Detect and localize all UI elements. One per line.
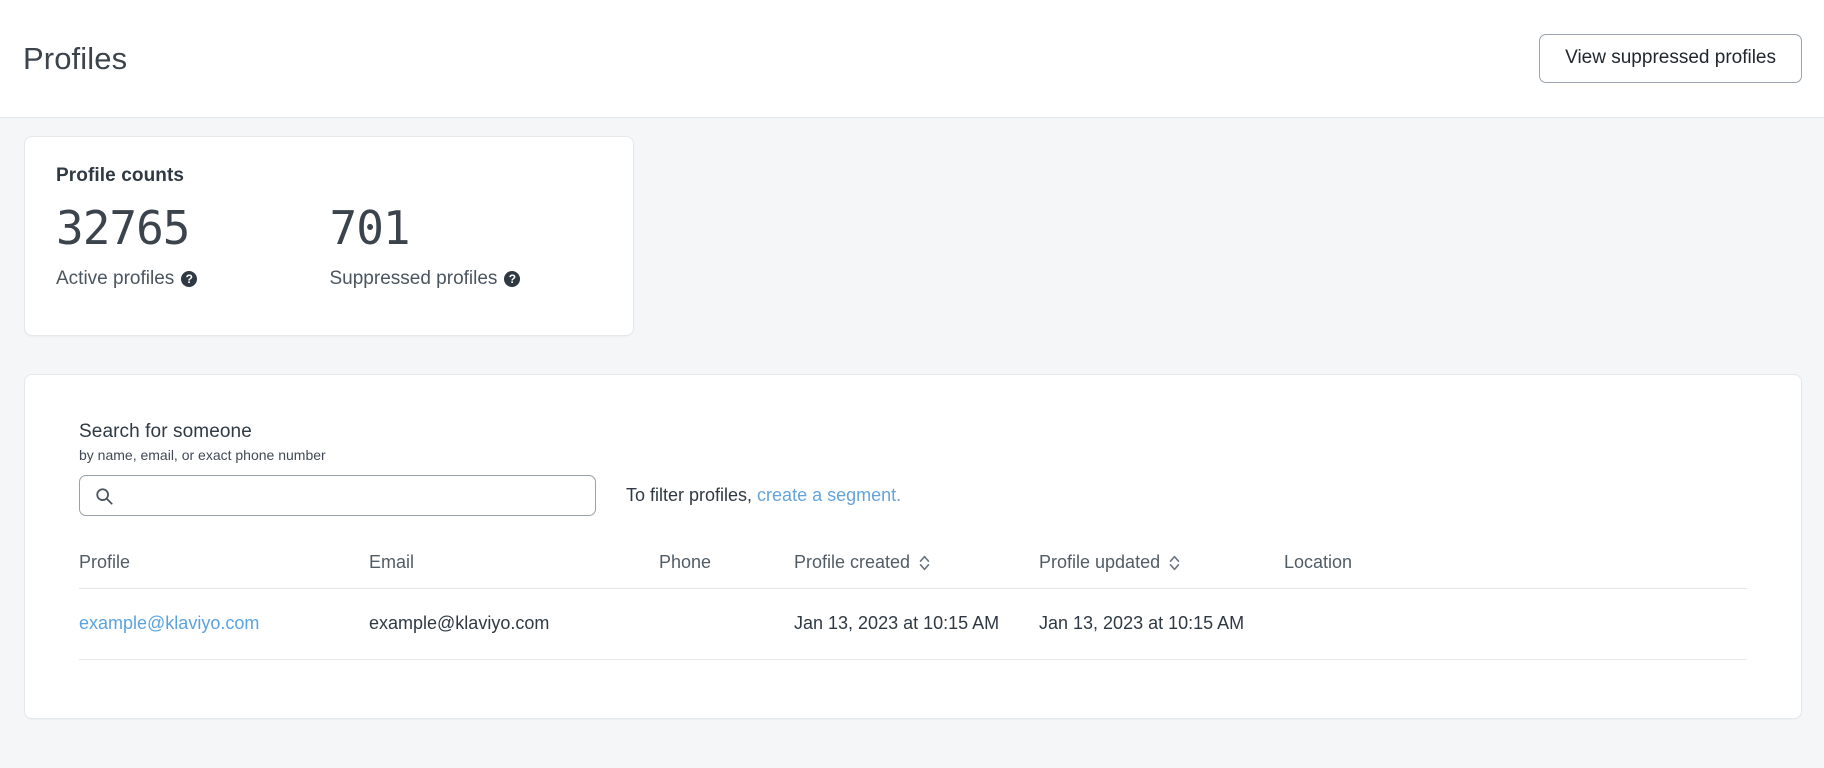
profiles-table-card: Search for someone by name, email, or ex…: [24, 374, 1802, 719]
profile-counts-card: Profile counts 32765 Active profiles ? 7…: [24, 136, 634, 336]
search-label: Search for someone: [79, 421, 1769, 443]
cell-profile-updated: Jan 13, 2023 at 10:15 AM: [1039, 589, 1284, 660]
table-header-row: Profile Email Phone: [79, 552, 1747, 589]
create-a-segment-link[interactable]: create a segment.: [757, 485, 901, 505]
page-header: Profiles View suppressed profiles: [0, 0, 1824, 118]
filter-hint-prefix: To filter profiles,: [626, 485, 757, 505]
search-input[interactable]: [79, 475, 596, 516]
table-wrapper: Profile Email Phone: [25, 552, 1801, 660]
active-profiles-label: Active profiles: [56, 268, 174, 290]
column-label-profile-created: Profile created: [794, 552, 910, 573]
cell-profile-created: Jan 13, 2023 at 10:15 AM: [794, 589, 1039, 660]
column-label-location: Location: [1284, 552, 1352, 573]
table-row: example@klaviyo.com example@klaviyo.com …: [79, 589, 1747, 660]
active-profiles-value: 32765: [56, 203, 330, 254]
cell-phone: [659, 589, 794, 660]
question-mark-circle-icon[interactable]: ?: [181, 271, 197, 287]
column-header-location: Location: [1284, 552, 1747, 589]
view-suppressed-profiles-button[interactable]: View suppressed profiles: [1539, 34, 1802, 84]
sort-chevrons-icon[interactable]: [918, 554, 931, 572]
column-label-phone: Phone: [659, 552, 711, 573]
suppressed-profiles-label-row: Suppressed profiles ?: [330, 268, 604, 290]
search-input-wrapper: [79, 475, 596, 516]
table-body: example@klaviyo.com example@klaviyo.com …: [79, 589, 1747, 660]
profile-counts-stats: 32765 Active profiles ? 701 Suppressed p…: [56, 203, 603, 290]
filter-hint: To filter profiles, create a segment.: [626, 485, 901, 506]
search-area: Search for someone by name, email, or ex…: [25, 421, 1801, 516]
sort-chevrons-icon[interactable]: [1168, 554, 1181, 572]
column-header-phone: Phone: [659, 552, 794, 589]
suppressed-profiles-value: 701: [330, 203, 604, 254]
column-header-email: Email: [369, 552, 659, 589]
cell-profile: example@klaviyo.com: [79, 589, 369, 660]
active-profiles-label-row: Active profiles ?: [56, 268, 330, 290]
column-label-profile: Profile: [79, 552, 130, 573]
table-head: Profile Email Phone: [79, 552, 1747, 589]
profile-counts-title: Profile counts: [56, 165, 603, 187]
cell-location: [1284, 589, 1747, 660]
column-label-profile-updated: Profile updated: [1039, 552, 1160, 573]
suppressed-profiles-label: Suppressed profiles: [330, 268, 498, 290]
stat-active-profiles: 32765 Active profiles ?: [56, 203, 330, 290]
profiles-table: Profile Email Phone: [79, 552, 1747, 660]
stat-suppressed-profiles: 701 Suppressed profiles ?: [330, 203, 604, 290]
column-header-profile: Profile: [79, 552, 369, 589]
page-body: Profile counts 32765 Active profiles ? 7…: [0, 118, 1824, 719]
profile-link[interactable]: example@klaviyo.com: [79, 613, 259, 633]
question-mark-circle-icon[interactable]: ?: [504, 271, 520, 287]
column-label-email: Email: [369, 552, 414, 573]
search-sublabel: by name, email, or exact phone number: [79, 447, 1769, 463]
column-header-profile-created[interactable]: Profile created: [794, 552, 1039, 589]
column-header-profile-updated[interactable]: Profile updated: [1039, 552, 1284, 589]
cell-email: example@klaviyo.com: [369, 589, 659, 660]
search-row: To filter profiles, create a segment.: [79, 475, 1769, 516]
page-title: Profiles: [23, 43, 127, 74]
